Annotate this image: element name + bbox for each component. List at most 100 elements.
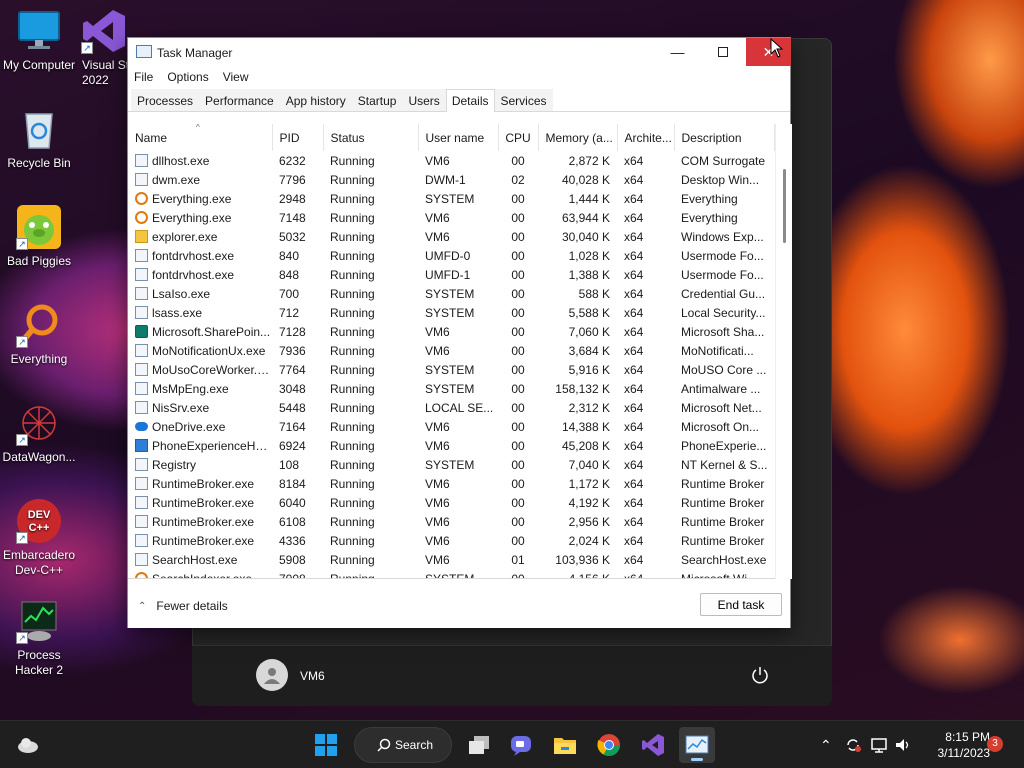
cell-status: Running [330,324,375,339]
weather-widget[interactable] [10,727,46,763]
scrollbar-thumb[interactable] [783,169,786,243]
table-row[interactable]: RuntimeBroker.exe 6040 Running VM6 00 4,192 K… [128,493,774,512]
process-name: MoNotificationUx.exe [152,343,266,358]
table-row[interactable]: RuntimeBroker.exe 4336 Running VM6 00 2,024 K… [128,531,774,550]
table-row[interactable]: NisSrv.exe 5448 Running LOCAL SE... 00 2,312 … [128,398,774,417]
taskbar-search[interactable]: Search [354,727,452,763]
volume-icon[interactable] [894,736,912,754]
tab-users[interactable]: Users [402,89,446,111]
table-row[interactable]: dwm.exe 7796 Running DWM-1 02 40,028 K x64 Desk… [128,170,774,189]
maximize-button[interactable] [700,38,745,66]
cell-status: Running [330,476,375,491]
vertical-scrollbar[interactable] [775,124,792,579]
start-menu-footer [192,645,832,706]
column-header-user[interactable]: User name [418,124,499,151]
cell-name: dllhost.exe [128,151,272,170]
table-row[interactable]: Registry 108 Running SYSTEM 00 7,040 K x64 NT K… [128,455,774,474]
task-view-button[interactable] [461,727,497,763]
notification-badge[interactable]: 3 [987,736,1003,752]
chat-button[interactable] [503,727,539,763]
cell-description: Runtime Broker [681,533,765,548]
power-icon[interactable] [750,665,770,685]
table-row[interactable]: MoNotificationUx.exe 7936 Running VM6 00 3,68… [128,341,774,360]
table-row[interactable]: Everything.exe 2948 Running SYSTEM 00 1,444 K… [128,189,774,208]
chevron-up-icon[interactable]: ⌃ [820,737,832,754]
desktop-icon-recycle-bin[interactable]: Recycle Bin [0,106,78,171]
visual-studio-button[interactable] [635,727,671,763]
user-avatar[interactable] [256,659,288,691]
shortcut-arrow-icon: ↗ [16,532,28,544]
table-row[interactable]: Everything.exe 7148 Running VM6 00 63,944 K x6… [128,208,774,227]
file-explorer-icon [554,738,576,754]
process-icon [135,533,148,547]
column-header-description[interactable]: Description [674,124,775,151]
start-button[interactable] [308,727,344,763]
table-row[interactable]: SearchIndexer.exe 7008 Running SYSTEM 00 4,15… [128,569,774,578]
end-task-button[interactable]: End task [700,593,782,616]
table-row[interactable]: SearchHost.exe 5908 Running VM6 01 103,936 K x… [128,550,774,569]
svg-text:DEV: DEV [28,509,51,521]
column-header-cpu[interactable]: CPU [498,124,539,151]
tab-processes[interactable]: Processes [131,89,200,111]
table-row[interactable]: explorer.exe 5032 Running VM6 00 30,040 K x64 W… [128,227,774,246]
desktop-icon-datawagon[interactable]: ↗ DataWagon... [0,400,78,465]
cell-status: Running [330,362,375,377]
process-icon [135,172,148,186]
column-header-memory[interactable]: Memory (a... [538,124,618,151]
table-row[interactable]: OneDrive.exe 7164 Running VM6 00 14,388 K x64 M… [128,417,774,436]
tab-performance[interactable]: Performance [199,89,280,111]
tab-services[interactable]: Services [494,89,553,111]
table-row[interactable]: Microsoft.SharePoin... 7128 Running VM6 00 7,… [128,322,774,341]
cell-architecture: x64 [624,286,644,301]
cell-pid: 108 [279,457,300,472]
user-name[interactable]: VM6 [300,669,325,683]
network-icon[interactable] [870,736,888,754]
user-icon [264,668,280,684]
desktop-icon-my-computer[interactable]: My Computer [0,8,78,73]
everything-search-icon [135,210,148,224]
table-row[interactable]: MsMpEng.exe 3048 Running SYSTEM 00 158,132 K x… [128,379,774,398]
desktop-icon-everything[interactable]: ↗ Everything [0,302,78,367]
cell-name: LsaIso.exe [128,284,272,303]
desktop-icon-visual-studio[interactable]: ↗ Visual St... 2022 [78,8,130,88]
table-row[interactable]: PhoneExperienceHo... 6924 Running VM6 00 45,2… [128,436,774,455]
column-header-name[interactable]: ^ Name [128,124,273,151]
minimize-button[interactable]: — [655,38,700,66]
desktop-icon-bad-piggies[interactable]: ↗ Bad Piggies [0,204,78,269]
title-bar[interactable]: Task Manager — ✕ [128,38,791,66]
close-button[interactable]: ✕ [746,38,791,66]
cell-pid: 6924 [279,438,306,453]
desktop-icon-devcpp[interactable]: DEV C++ ↗ Embarcadero Dev-C++ [0,498,78,578]
menu-options[interactable]: Options [167,70,208,84]
clock-date: 3/11/2023 [937,746,991,760]
cell-architecture: x64 [624,324,644,339]
file-explorer-button[interactable] [547,727,583,763]
process-name: fontdrvhost.exe [152,267,235,282]
desktop-icon-process-hacker[interactable]: ↗ Process Hacker 2 [0,598,78,678]
table-row[interactable]: RuntimeBroker.exe 8184 Running VM6 00 1,172 K… [128,474,774,493]
clock[interactable]: 8:15 PM 3/11/2023 [920,729,991,761]
table-row[interactable]: fontdrvhost.exe 848 Running UMFD-1 00 1,388 K… [128,265,774,284]
tab-app-history[interactable]: App history [279,89,352,111]
table-row[interactable]: LsaIso.exe 700 Running SYSTEM 00 588 K x64 Cred… [128,284,774,303]
table-row[interactable]: MoUsoCoreWorker.e... 7764 Running SYSTEM 00 5… [128,360,774,379]
cell-description: MoUSO Core ... [681,362,767,377]
task-manager-button[interactable] [679,727,715,763]
menu-view[interactable]: View [223,70,249,84]
table-row[interactable]: dllhost.exe 6232 Running VM6 00 2,872 K x64 COM… [128,151,774,170]
menu-file[interactable]: File [134,70,153,84]
column-header-status[interactable]: Status [323,124,419,151]
tab-details[interactable]: Details [445,89,495,112]
column-header-pid[interactable]: PID [272,124,324,151]
sync-icon[interactable] [844,736,862,754]
fewer-details-button[interactable]: ⌃ Fewer details [138,599,228,613]
chrome-button[interactable] [591,727,627,763]
cell-cpu: 00 [511,381,525,396]
cell-memory: 2,872 K [568,153,610,168]
table-row[interactable]: lsass.exe 712 Running SYSTEM 00 5,588 K x64 Loc… [128,303,774,322]
table-row[interactable]: RuntimeBroker.exe 6108 Running VM6 00 2,956 K… [128,512,774,531]
column-header-architecture[interactable]: Archite... [617,124,675,151]
cell-architecture: x64 [624,419,644,434]
table-row[interactable]: fontdrvhost.exe 840 Running UMFD-0 00 1,028 K… [128,246,774,265]
tab-startup[interactable]: Startup [351,89,403,111]
